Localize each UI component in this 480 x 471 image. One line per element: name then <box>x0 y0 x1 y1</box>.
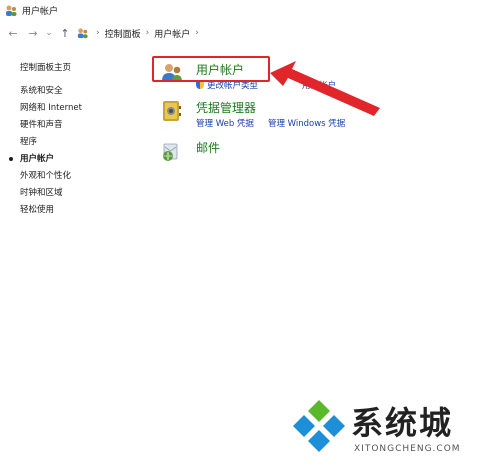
highlight-box <box>152 56 270 82</box>
breadcrumb-separator: › <box>145 28 150 38</box>
credential-vault-icon[interactable] <box>160 99 184 123</box>
navigation-bar: ← → ⌄ ↑ › 控制面板 › 用户帐户 › <box>0 22 480 44</box>
breadcrumb-control-panel[interactable]: 控制面板 <box>105 27 141 40</box>
sidebar-item-label: 硬件和声音 <box>20 120 63 130</box>
window-title: 用户帐户 <box>22 6 59 17</box>
control-panel-icon <box>76 27 89 40</box>
sidebar-item-label: 时钟和区域 <box>20 188 63 198</box>
sidebar-item-label: 网络和 Internet <box>20 103 82 113</box>
sidebar-item-programs[interactable]: 程序 <box>20 134 130 151</box>
sidebar-item-appearance[interactable]: 外观和个性化 <box>20 168 130 185</box>
watermark-text: 系统城 <box>351 404 454 442</box>
xitongcheng-logo-icon <box>293 400 345 452</box>
sidebar-item-user-accounts[interactable]: 用户帐户 <box>9 151 130 168</box>
sidebar-item-label: 系统和安全 <box>20 86 63 96</box>
link-label: 更改帐户类型 <box>207 81 259 91</box>
sidebar-item-label: 用户帐户 <box>20 154 55 164</box>
breadcrumb-separator: › <box>195 28 199 38</box>
mail-icon[interactable] <box>160 139 184 163</box>
sidebar-item-ease-of-access[interactable]: 轻松使用 <box>20 202 130 219</box>
recent-dropdown-icon[interactable]: ⌄ <box>42 28 56 38</box>
user-accounts-icon <box>4 3 18 17</box>
forward-arrow-icon[interactable]: → <box>26 27 40 40</box>
breadcrumb-separator: › <box>96 28 100 38</box>
breadcrumb-user-accounts[interactable]: 用户帐户 <box>154 27 190 40</box>
red-arrow-icon <box>270 61 380 116</box>
sidebar-item-label: 程序 <box>20 137 38 147</box>
sidebar-item-label: 轻松使用 <box>20 205 55 215</box>
address-bar[interactable]: › 控制面板 › 用户帐户 › <box>76 23 204 43</box>
sidebar-item-hardware-sound[interactable]: 硬件和声音 <box>20 117 130 134</box>
sidebar-item-clock-region[interactable]: 时钟和区域 <box>20 185 130 202</box>
sidebar: 控制面板主页 系统和安全 网络和 Internet 硬件和声音 程序 用户帐户 … <box>9 60 130 219</box>
sidebar-item-label: 外观和个性化 <box>20 171 72 181</box>
title-bar: 用户帐户 <box>0 0 480 20</box>
sidebar-item-network[interactable]: 网络和 Internet <box>20 100 130 117</box>
manage-web-credentials-link[interactable]: 管理 Web 凭据 <box>196 117 254 129</box>
category-title-mail[interactable]: 邮件 <box>196 139 220 156</box>
control-panel-window: 用户帐户 ← → ⌄ ↑ › 控制面板 › 用户帐户 › 控制面板主页 系统和安 <box>0 0 480 471</box>
watermark-url: XITONGCHENG.COM <box>354 444 461 454</box>
active-bullet-icon <box>9 157 13 161</box>
back-arrow-icon[interactable]: ← <box>6 27 20 40</box>
category-title-credential-manager[interactable]: 凭据管理器 <box>196 99 256 116</box>
watermark: 系统城 XITONGCHENG.COM <box>288 396 473 466</box>
sidebar-item-home[interactable]: 控制面板主页 <box>20 60 130 77</box>
sidebar-item-system-security[interactable]: 系统和安全 <box>20 83 130 100</box>
up-arrow-icon[interactable]: ↑ <box>58 27 72 40</box>
